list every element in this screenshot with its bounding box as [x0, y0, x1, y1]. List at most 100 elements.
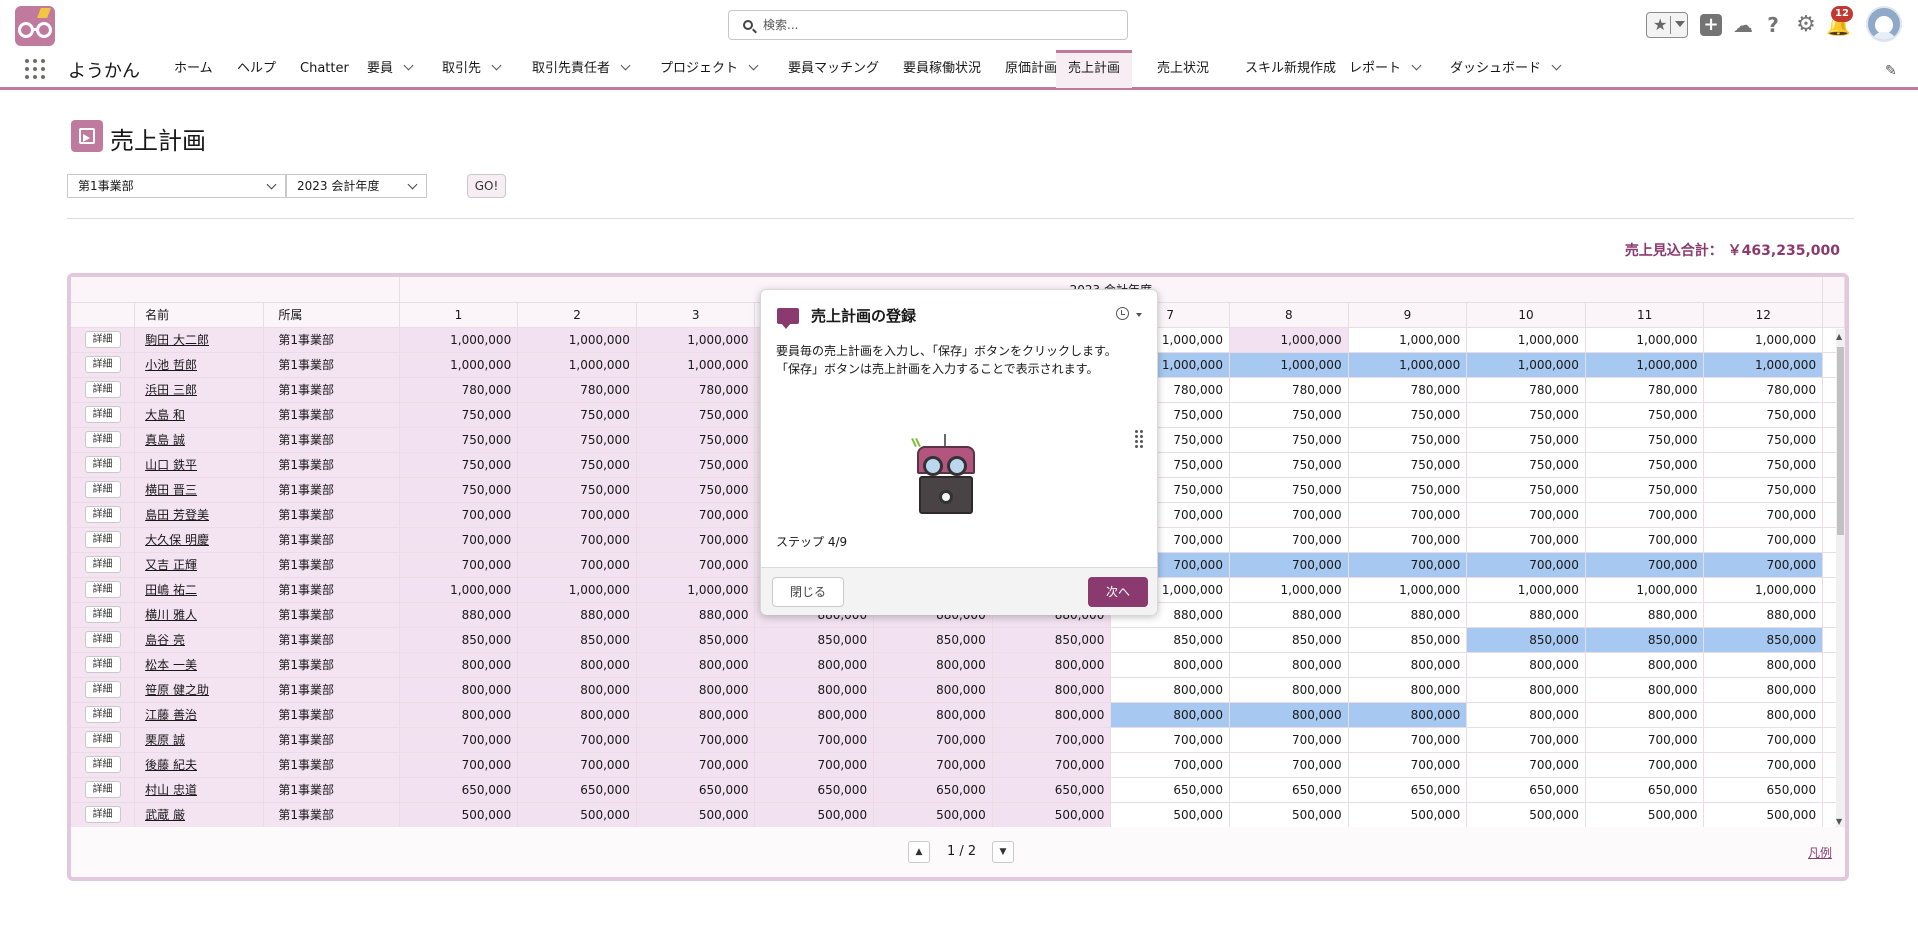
sales-value-cell[interactable]: 500,000 — [399, 802, 519, 827]
sales-value-cell[interactable]: 1,000,000 — [636, 577, 756, 603]
person-name-link[interactable]: 田嶋 祐二 — [134, 577, 265, 603]
sales-value-cell[interactable]: 700,000 — [1703, 552, 1824, 578]
sales-value-cell[interactable]: 700,000 — [1466, 552, 1586, 578]
detail-button[interactable]: 詳細 — [84, 781, 121, 798]
sales-value-cell[interactable]: 800,000 — [1703, 652, 1824, 678]
detail-button[interactable]: 詳細 — [84, 556, 121, 573]
detail-button[interactable]: 詳細 — [84, 756, 121, 773]
sales-value-cell[interactable]: 800,000 — [992, 702, 1112, 728]
sales-value-cell[interactable]: 700,000 — [636, 527, 756, 553]
sales-value-cell[interactable]: 700,000 — [1348, 502, 1468, 528]
person-name-link[interactable]: 松本 一美 — [134, 652, 265, 678]
person-name-link[interactable]: 大久保 明慶 — [134, 527, 265, 553]
chevron-down-icon[interactable] — [1551, 60, 1562, 71]
sales-value-cell[interactable]: 500,000 — [636, 802, 756, 827]
sales-value-cell[interactable]: 700,000 — [1585, 727, 1705, 753]
sales-value-cell[interactable]: 700,000 — [1585, 752, 1705, 778]
sales-value-cell[interactable]: 700,000 — [873, 727, 993, 753]
sales-value-cell[interactable]: 700,000 — [1466, 502, 1586, 528]
sales-value-cell[interactable]: 700,000 — [1466, 527, 1586, 553]
sales-value-cell[interactable]: 750,000 — [636, 477, 756, 503]
sales-value-cell[interactable]: 700,000 — [1229, 727, 1349, 753]
sales-value-cell[interactable]: 750,000 — [1229, 452, 1349, 478]
sales-value-cell[interactable]: 700,000 — [636, 752, 756, 778]
sales-value-cell[interactable]: 500,000 — [1585, 802, 1705, 827]
sales-value-cell[interactable]: 850,000 — [1703, 627, 1824, 653]
sales-value-cell[interactable]: 800,000 — [754, 677, 875, 703]
nav-item-9[interactable]: 原価計画 — [1005, 50, 1057, 88]
sales-value-cell[interactable]: 800,000 — [1348, 652, 1468, 678]
sales-value-cell[interactable]: 1,000,000 — [1348, 352, 1468, 378]
sales-value-cell[interactable]: 700,000 — [1703, 752, 1824, 778]
sales-value-cell[interactable]: 800,000 — [1703, 677, 1824, 703]
sales-value-cell[interactable]: 700,000 — [754, 727, 875, 753]
sales-value-cell[interactable]: 750,000 — [1229, 402, 1349, 428]
sales-value-cell[interactable]: 700,000 — [1229, 502, 1349, 528]
sales-value-cell[interactable]: 1,000,000 — [399, 577, 519, 603]
sales-value-cell[interactable]: 650,000 — [1466, 777, 1586, 803]
sales-value-cell[interactable]: 750,000 — [1703, 452, 1824, 478]
sales-value-cell[interactable]: 1,000,000 — [517, 352, 637, 378]
nav-item-1[interactable]: ヘルプ — [237, 50, 276, 88]
sales-value-cell[interactable]: 1,000,000 — [1466, 327, 1586, 353]
detail-button[interactable]: 詳細 — [84, 381, 121, 398]
sales-value-cell[interactable]: 800,000 — [1466, 652, 1586, 678]
sales-value-cell[interactable]: 750,000 — [636, 402, 756, 428]
sales-value-cell[interactable]: 1,000,000 — [1703, 327, 1824, 353]
sales-value-cell[interactable]: 800,000 — [1110, 652, 1230, 678]
sales-value-cell[interactable]: 500,000 — [992, 802, 1112, 827]
person-name-link[interactable]: 島田 芳登美 — [134, 502, 265, 528]
nav-item-8[interactable]: 要員稼働状況 — [903, 50, 981, 88]
sales-value-cell[interactable]: 700,000 — [873, 752, 993, 778]
sales-value-cell[interactable]: 780,000 — [399, 377, 519, 403]
sales-value-cell[interactable]: 700,000 — [517, 727, 637, 753]
sales-value-cell[interactable]: 1,000,000 — [636, 352, 756, 378]
nav-item-0[interactable]: ホーム — [174, 50, 213, 88]
sales-value-cell[interactable]: 800,000 — [1466, 677, 1586, 703]
sales-value-cell[interactable]: 850,000 — [636, 627, 756, 653]
sales-value-cell[interactable]: 700,000 — [1703, 527, 1824, 553]
sales-value-cell[interactable]: 800,000 — [1229, 652, 1349, 678]
sales-value-cell[interactable]: 850,000 — [1348, 627, 1468, 653]
sales-value-cell[interactable]: 750,000 — [1229, 477, 1349, 503]
detail-button[interactable]: 詳細 — [84, 331, 121, 348]
sales-value-cell[interactable]: 700,000 — [992, 727, 1112, 753]
sales-value-cell[interactable]: 750,000 — [1466, 402, 1586, 428]
sales-value-cell[interactable]: 700,000 — [1466, 752, 1586, 778]
next-button[interactable]: 次へ — [1088, 577, 1148, 607]
sales-value-cell[interactable]: 700,000 — [399, 752, 519, 778]
sales-value-cell[interactable]: 700,000 — [517, 752, 637, 778]
go-button[interactable]: GO! — [467, 174, 506, 198]
division-select[interactable]: 第1事業部 — [67, 174, 286, 198]
chevron-down-icon[interactable] — [748, 60, 759, 71]
edit-nav-icon[interactable]: ✎ — [1885, 63, 1897, 79]
sales-value-cell[interactable]: 780,000 — [1348, 377, 1468, 403]
sales-value-cell[interactable]: 850,000 — [992, 627, 1112, 653]
sales-value-cell[interactable]: 700,000 — [399, 727, 519, 753]
sales-value-cell[interactable]: 700,000 — [399, 502, 519, 528]
sales-value-cell[interactable]: 700,000 — [1110, 727, 1230, 753]
nav-item-10[interactable]: 売上計画 — [1056, 50, 1133, 88]
sales-value-cell[interactable]: 750,000 — [1466, 452, 1586, 478]
sales-value-cell[interactable]: 1,000,000 — [1229, 352, 1349, 378]
sales-value-cell[interactable]: 800,000 — [1585, 652, 1705, 678]
sales-value-cell[interactable]: 800,000 — [1229, 702, 1349, 728]
sales-value-cell[interactable]: 750,000 — [1348, 452, 1468, 478]
sales-value-cell[interactable]: 650,000 — [399, 777, 519, 803]
sales-value-cell[interactable]: 650,000 — [1348, 777, 1468, 803]
scroll-up-icon[interactable]: ▲ — [1836, 332, 1842, 341]
person-name-link[interactable]: 横田 晋三 — [134, 477, 265, 503]
sales-value-cell[interactable]: 700,000 — [1703, 727, 1824, 753]
sales-value-cell[interactable]: 880,000 — [1229, 602, 1349, 628]
sales-value-cell[interactable]: 800,000 — [399, 702, 519, 728]
scrollbar-thumb[interactable] — [1837, 347, 1844, 535]
sales-value-cell[interactable]: 700,000 — [1348, 752, 1468, 778]
chevron-down-icon[interactable] — [1675, 21, 1685, 27]
sales-value-cell[interactable]: 750,000 — [399, 477, 519, 503]
sales-value-cell[interactable]: 650,000 — [873, 777, 993, 803]
detail-button[interactable]: 詳細 — [84, 581, 121, 598]
sales-value-cell[interactable]: 850,000 — [399, 627, 519, 653]
sales-value-cell[interactable]: 800,000 — [992, 652, 1112, 678]
sales-value-cell[interactable]: 650,000 — [517, 777, 637, 803]
person-name-link[interactable]: 山口 鉄平 — [134, 452, 265, 478]
